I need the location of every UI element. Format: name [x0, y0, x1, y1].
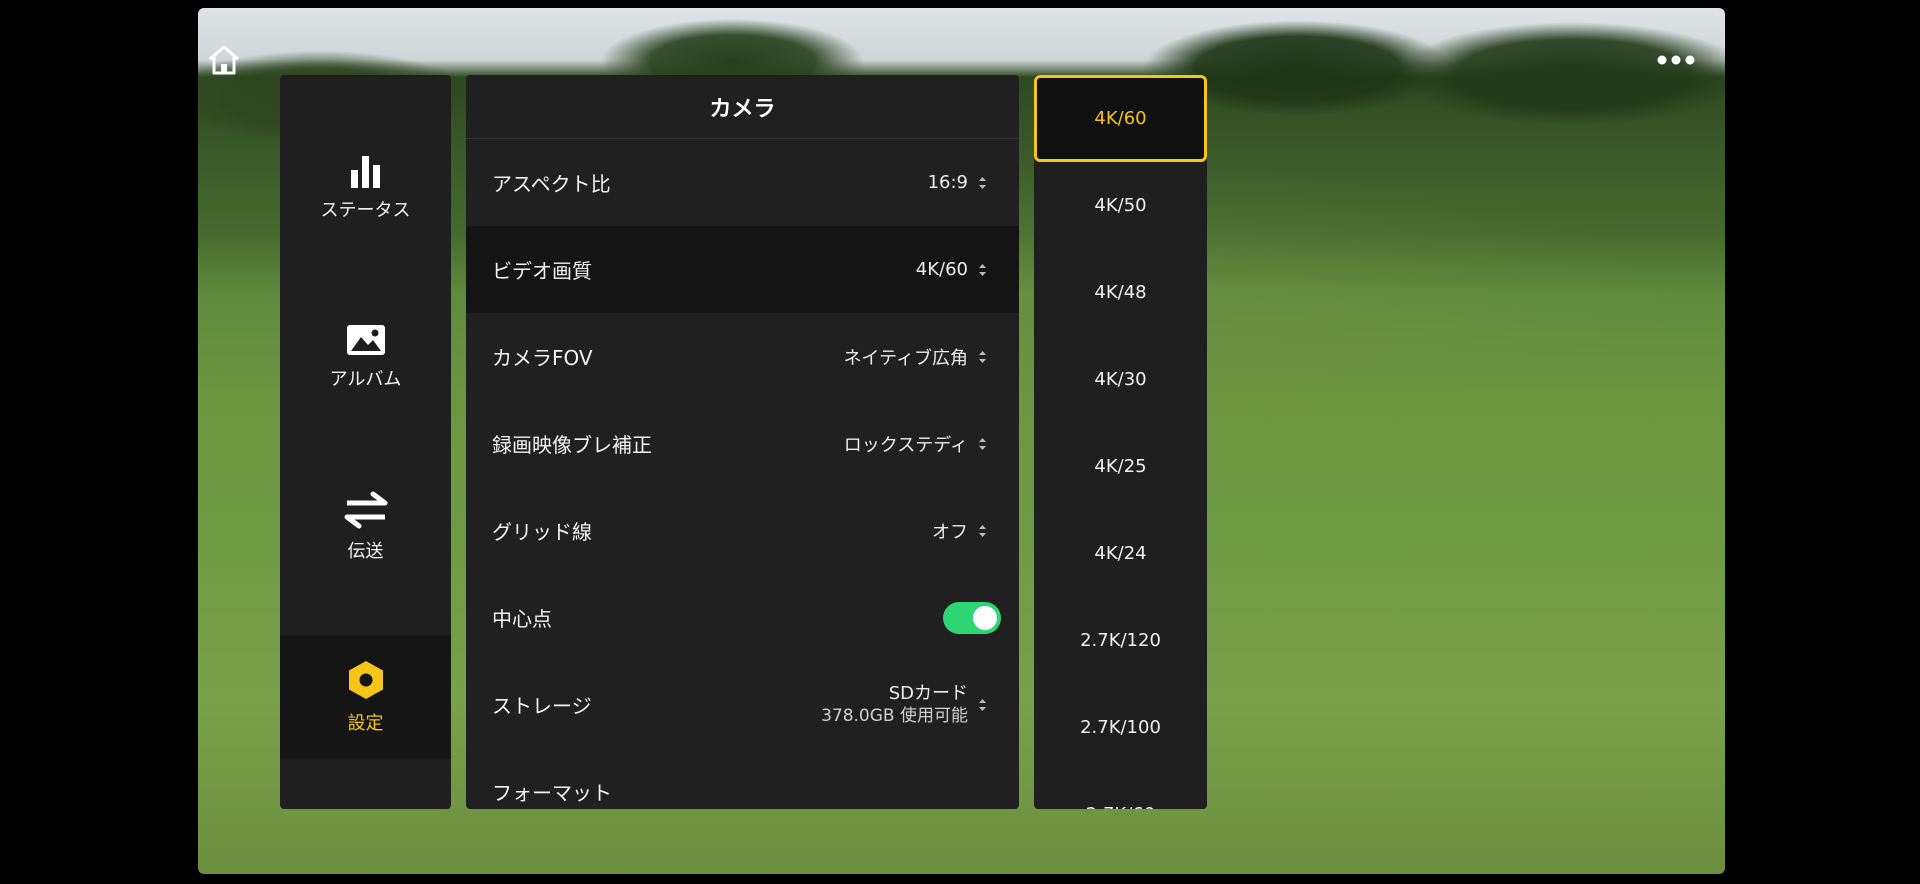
- center-point-toggle[interactable]: [943, 601, 1001, 634]
- toggle-knob: [973, 605, 997, 630]
- nav-item-album[interactable]: アルバム: [280, 295, 451, 419]
- home-icon[interactable]: [206, 42, 242, 78]
- resolution-option[interactable]: 4K/30: [1034, 336, 1207, 423]
- setting-value: オフ: [932, 521, 968, 543]
- resolution-option[interactable]: 4K/25: [1034, 423, 1207, 510]
- setting-row-format[interactable]: フォーマット: [466, 748, 1019, 809]
- setting-name: カメラFOV: [492, 346, 593, 370]
- setting-row-storage[interactable]: ストレージ SDカード 378.0GB 使用可能: [466, 661, 1019, 748]
- setting-name: アスペクト比: [492, 172, 611, 196]
- setting-name: ビデオ画質: [492, 259, 592, 283]
- setting-value: 4K/60: [915, 259, 968, 280]
- image-icon: [346, 325, 385, 355]
- more-dots-icon[interactable]: [1656, 52, 1696, 66]
- resolution-option[interactable]: 2.7K/100: [1034, 684, 1207, 771]
- setting-row-aspect-ratio[interactable]: アスペクト比 16:9: [466, 139, 1019, 226]
- setting-name: ストレージ: [492, 694, 592, 718]
- setting-value: ネイティブ広角: [843, 347, 968, 369]
- setting-name: 録画映像ブレ補正: [492, 433, 652, 457]
- resolution-option[interactable]: 4K/48: [1034, 249, 1207, 336]
- storage-type: SDカード: [888, 682, 968, 704]
- storage-available: 378.0GB 使用可能: [821, 705, 968, 726]
- up-down-arrow-icon: [979, 176, 986, 189]
- resolution-option[interactable]: 2.7K/60: [1034, 771, 1207, 809]
- nav-item-transfer[interactable]: 伝送: [280, 465, 451, 589]
- panel-title: カメラ: [466, 75, 1019, 139]
- resolution-option[interactable]: 4K/50: [1034, 162, 1207, 249]
- camera-settings-panel: カメラ アスペクト比 16:9 ビデオ画質 4K/60 カメラFOV ネイティブ…: [466, 75, 1019, 809]
- nav-item-status[interactable]: ステータス: [280, 125, 451, 249]
- nav-label: ステータス: [320, 200, 411, 221]
- resolution-list: 4K/60 4K/50 4K/48 4K/30 4K/25 4K/24 2.7K…: [1034, 75, 1207, 809]
- nav-label: 伝送: [347, 541, 384, 562]
- setting-row-camera-fov[interactable]: カメラFOV ネイティブ広角: [466, 313, 1019, 400]
- up-down-arrow-icon: [979, 350, 986, 363]
- setting-name: フォーマット: [492, 781, 612, 805]
- resolution-option[interactable]: 4K/24: [1034, 510, 1207, 597]
- bar-chart-icon: [350, 156, 380, 188]
- nav-item-settings[interactable]: 設定: [280, 635, 451, 759]
- setting-value: 16:9: [927, 172, 968, 193]
- setting-value: ロックステディ: [843, 434, 968, 456]
- nav-label: アルバム: [329, 369, 402, 390]
- nav-label: 設定: [347, 713, 384, 734]
- up-down-arrow-icon: [979, 263, 986, 276]
- resolution-option[interactable]: 4K/60: [1034, 75, 1207, 162]
- transfer-arrows-icon: [344, 491, 387, 529]
- setting-name: グリッド線: [492, 520, 592, 544]
- setting-row-grid-lines[interactable]: グリッド線 オフ: [466, 487, 1019, 574]
- setting-name: 中心点: [492, 607, 552, 631]
- up-down-arrow-icon: [979, 698, 986, 711]
- side-navigation: ステータス アルバム 伝送 設定: [280, 75, 451, 809]
- settings-hex-icon: [348, 661, 383, 699]
- setting-row-center-point: 中心点: [466, 574, 1019, 661]
- up-down-arrow-icon: [979, 524, 986, 537]
- up-down-arrow-icon: [979, 437, 986, 450]
- setting-row-stabilization[interactable]: 録画映像ブレ補正 ロックステディ: [466, 400, 1019, 487]
- setting-row-video-quality[interactable]: ビデオ画質 4K/60: [466, 226, 1019, 313]
- resolution-option[interactable]: 2.7K/120: [1034, 597, 1207, 684]
